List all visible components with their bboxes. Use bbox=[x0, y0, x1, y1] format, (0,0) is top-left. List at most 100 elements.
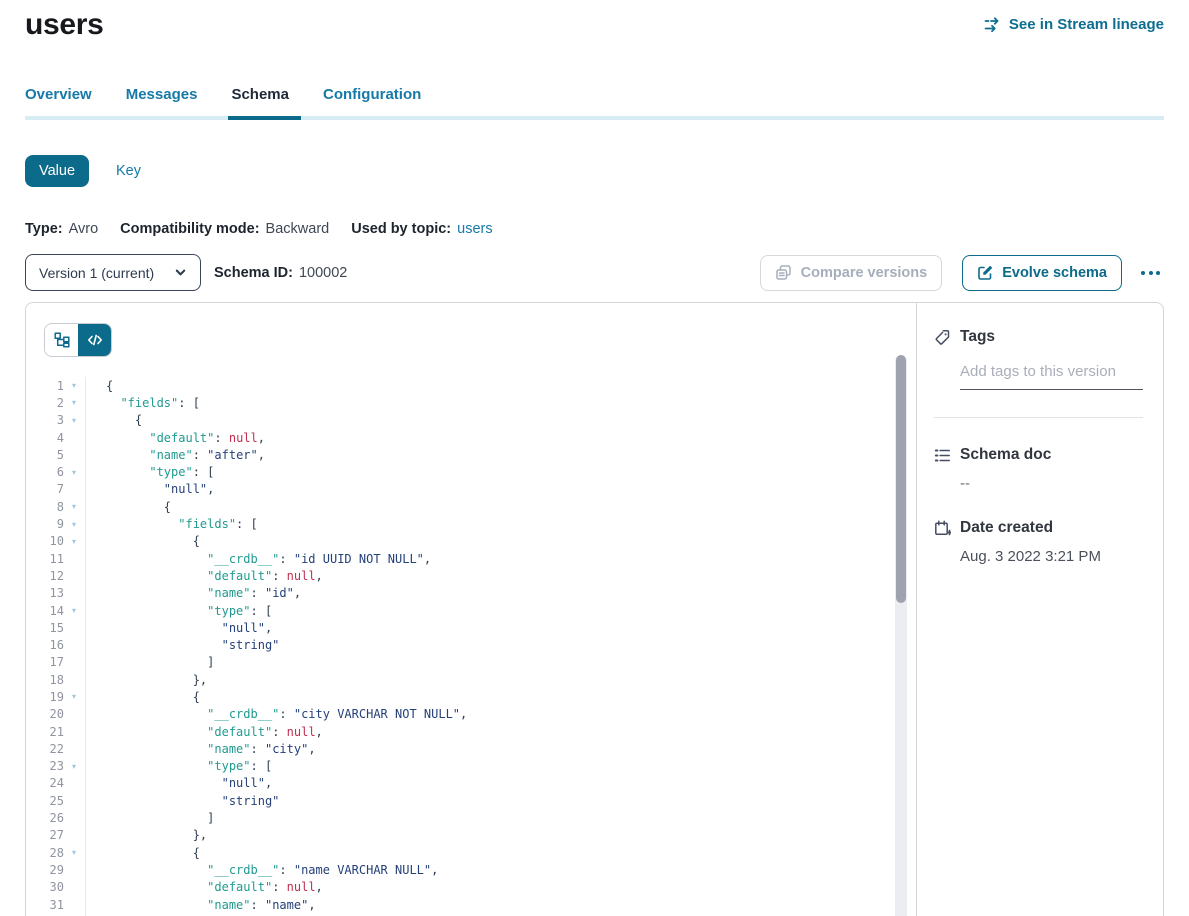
code-text: { bbox=[106, 500, 171, 514]
schema-doc-value: -- bbox=[960, 475, 1143, 492]
code-line: 27 }, bbox=[26, 827, 916, 844]
code-text: "type": [ bbox=[106, 604, 272, 618]
line-number: 23 bbox=[26, 759, 64, 773]
line-number: 2 bbox=[26, 396, 64, 410]
schema-doc-title: Schema doc bbox=[960, 446, 1051, 464]
tree-view-button[interactable] bbox=[45, 324, 78, 356]
code-text: "null", bbox=[106, 776, 272, 790]
editor-scrollbar-thumb[interactable] bbox=[896, 355, 906, 603]
add-tags-input[interactable] bbox=[960, 357, 1143, 390]
code-text: { bbox=[106, 534, 200, 548]
date-created-header: Date created bbox=[934, 519, 1143, 537]
fold-arrow-icon[interactable]: ▾ bbox=[64, 762, 84, 771]
version-select[interactable]: Version 1 (current) bbox=[25, 254, 201, 291]
code-line: 4 "default": null, bbox=[26, 429, 916, 446]
schema-id-value: 100002 bbox=[299, 265, 347, 281]
fold-arrow-icon[interactable]: ▾ bbox=[64, 848, 84, 857]
ellipsis-icon bbox=[1141, 271, 1145, 275]
line-number: 29 bbox=[26, 863, 64, 877]
code-line: 29 "__crdb__": "name VARCHAR NULL", bbox=[26, 861, 916, 878]
schema-sidebar: Tags Schema doc -- bbox=[916, 303, 1163, 916]
fold-arrow-icon[interactable]: ▾ bbox=[64, 468, 84, 477]
schema-editor: 1▾{2▾ "fields": [3▾ {4 "default": null,5… bbox=[26, 303, 916, 916]
code-text: "__crdb__": "name VARCHAR NULL", bbox=[106, 863, 438, 877]
see-in-stream-lineage-link[interactable]: See in Stream lineage bbox=[984, 16, 1164, 33]
fold-arrow-icon[interactable]: ▾ bbox=[64, 398, 84, 407]
code-text: "null", bbox=[106, 482, 214, 496]
line-number: 8 bbox=[26, 500, 64, 514]
meta-compatibility-label: Compatibility mode: bbox=[120, 221, 259, 237]
fold-arrow-icon[interactable]: ▾ bbox=[64, 606, 84, 615]
evolve-schema-label: Evolve schema bbox=[1002, 265, 1107, 281]
more-actions-button[interactable] bbox=[1137, 265, 1164, 281]
code-line: 14▾ "type": [ bbox=[26, 602, 916, 619]
line-number: 7 bbox=[26, 482, 64, 496]
line-number: 4 bbox=[26, 431, 64, 445]
code-line: 30 "default": null, bbox=[26, 879, 916, 896]
code-line: 3▾ { bbox=[26, 412, 916, 429]
code-line: 12 "default": null, bbox=[26, 567, 916, 584]
code-line: 15 "null", bbox=[26, 619, 916, 636]
tab-messages[interactable]: Messages bbox=[126, 86, 198, 116]
code-text: "default": null, bbox=[106, 725, 323, 739]
code-line: 26 ] bbox=[26, 809, 916, 826]
line-number: 30 bbox=[26, 880, 64, 894]
line-number: 19 bbox=[26, 690, 64, 704]
value-toggle-button[interactable]: Value bbox=[25, 155, 89, 187]
key-toggle-button[interactable]: Key bbox=[116, 163, 141, 179]
editor-scrollbar-track[interactable] bbox=[895, 355, 907, 916]
code-line: 31 "name": "name", bbox=[26, 896, 916, 913]
fold-arrow-icon[interactable]: ▾ bbox=[64, 520, 84, 529]
code-line: 11 "__crdb__": "id UUID NOT NULL", bbox=[26, 550, 916, 567]
code-text: }, bbox=[106, 828, 207, 842]
versions-copy-icon bbox=[775, 264, 792, 281]
meta-type-label: Type: bbox=[25, 221, 63, 237]
fold-arrow-icon[interactable]: ▾ bbox=[64, 692, 84, 701]
value-key-toggle: Value Key bbox=[25, 155, 1164, 187]
tab-underline-bar bbox=[25, 116, 1164, 120]
line-number: 6 bbox=[26, 465, 64, 479]
date-created-value: Aug. 3 2022 3:21 PM bbox=[960, 548, 1143, 565]
code-text: "__crdb__": "id UUID NOT NULL", bbox=[106, 552, 431, 566]
version-select-value: Version 1 (current) bbox=[39, 265, 154, 281]
tab-configuration[interactable]: Configuration bbox=[323, 86, 421, 116]
code-text: "string" bbox=[106, 794, 279, 808]
topic-link[interactable]: users bbox=[457, 221, 492, 237]
compare-versions-label: Compare versions bbox=[801, 265, 928, 281]
fold-arrow-icon[interactable]: ▾ bbox=[64, 502, 84, 511]
code-text: }, bbox=[106, 673, 207, 687]
code-text: { bbox=[106, 690, 200, 704]
tab-bar: Overview Messages Schema Configuration bbox=[25, 86, 1164, 116]
schema-controls-row: Version 1 (current) Schema ID: 100002 Co… bbox=[25, 254, 1164, 291]
code-line: 17 ] bbox=[26, 654, 916, 671]
edit-icon bbox=[977, 265, 993, 281]
meta-compatibility-value: Backward bbox=[266, 221, 330, 237]
code-text: "type": [ bbox=[106, 759, 272, 773]
tab-schema[interactable]: Schema bbox=[231, 86, 289, 116]
line-number: 24 bbox=[26, 776, 64, 790]
line-number: 22 bbox=[26, 742, 64, 756]
code-text: "name": "name", bbox=[106, 898, 316, 912]
fold-arrow-icon[interactable]: ▾ bbox=[64, 537, 84, 546]
code-line: 6▾ "type": [ bbox=[26, 463, 916, 480]
fold-arrow-icon[interactable]: ▾ bbox=[64, 381, 84, 390]
tab-overview[interactable]: Overview bbox=[25, 86, 92, 116]
code-text: "fields": [ bbox=[106, 517, 258, 531]
code-view-button[interactable] bbox=[78, 324, 111, 356]
line-number: 17 bbox=[26, 655, 64, 669]
schema-page: users See in Stream lineage Overview Mes… bbox=[0, 0, 1189, 916]
calendar-plus-icon bbox=[934, 520, 951, 537]
line-number: 3 bbox=[26, 413, 64, 427]
compare-versions-button[interactable]: Compare versions bbox=[760, 255, 943, 291]
code-text: "default": null, bbox=[106, 880, 323, 894]
page-title: users bbox=[25, 8, 104, 42]
code-text: ] bbox=[106, 811, 214, 825]
code-line: 13 "name": "id", bbox=[26, 585, 916, 602]
fold-arrow-icon[interactable]: ▾ bbox=[64, 416, 84, 425]
code-text: "type": [ bbox=[106, 465, 214, 479]
evolve-schema-button[interactable]: Evolve schema bbox=[962, 255, 1122, 291]
code-icon bbox=[87, 332, 103, 348]
line-number: 14 bbox=[26, 604, 64, 618]
line-number: 20 bbox=[26, 707, 64, 721]
stream-lineage-icon bbox=[984, 16, 1001, 33]
